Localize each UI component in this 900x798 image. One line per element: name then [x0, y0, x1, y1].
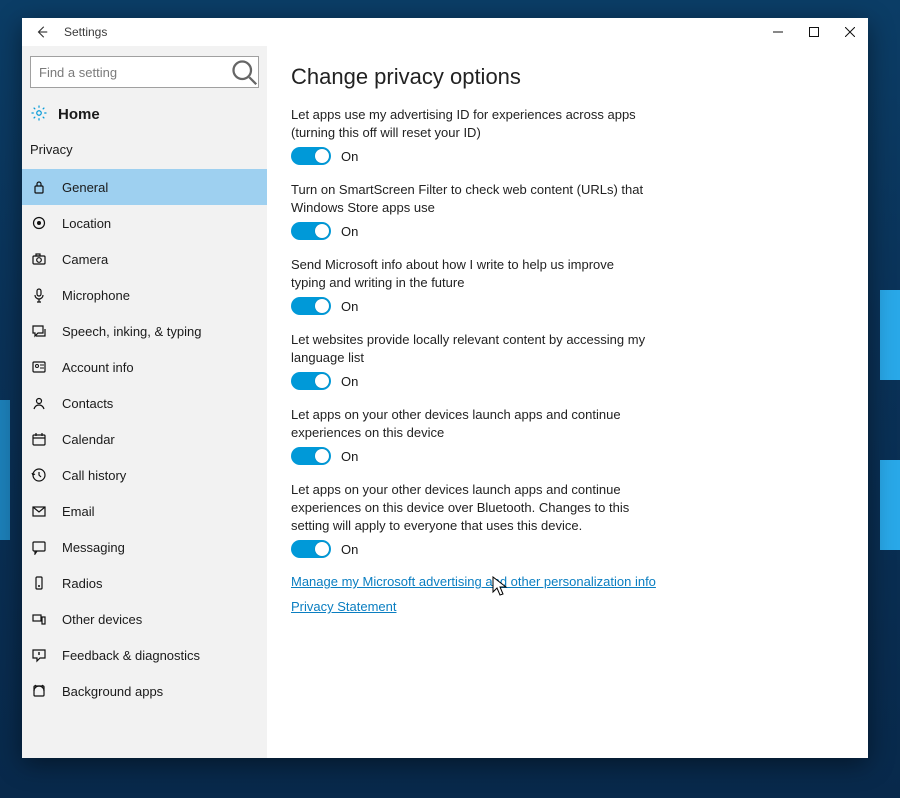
gear-icon	[30, 104, 48, 125]
category-label: Privacy	[22, 132, 267, 163]
toggle-state-label: On	[341, 224, 358, 239]
setting-desc: Turn on SmartScreen Filter to check web …	[291, 181, 651, 216]
setting-desc: Let websites provide locally relevant co…	[291, 331, 651, 366]
nav-list: General Location Camera Microphone Speech, i…	[22, 169, 267, 709]
back-button[interactable]	[22, 18, 62, 46]
window-title: Settings	[62, 25, 107, 39]
sidebar-item-label: Email	[62, 504, 95, 519]
sidebar-item-label: Contacts	[62, 396, 113, 411]
speech-icon	[30, 323, 48, 339]
privacy-statement-link[interactable]: Privacy Statement	[291, 599, 838, 614]
sidebar-item-label: Location	[62, 216, 111, 231]
sidebar-item-label: Background apps	[62, 684, 163, 699]
sidebar-item-microphone[interactable]: Microphone	[22, 277, 267, 313]
desktop-accent	[880, 290, 900, 380]
settings-window: Settings	[22, 18, 868, 758]
sidebar-item-other-devices[interactable]: Other devices	[22, 601, 267, 637]
search-icon	[230, 58, 258, 86]
titlebar: Settings	[22, 18, 868, 46]
sidebar-item-label: Call history	[62, 468, 126, 483]
setting-desc: Let apps use my advertising ID for exper…	[291, 106, 651, 141]
devices-icon	[30, 611, 48, 627]
sidebar-item-label: Radios	[62, 576, 102, 591]
manage-advertising-link[interactable]: Manage my Microsoft advertising and othe…	[291, 574, 838, 589]
toggle-switch[interactable]	[291, 540, 331, 558]
search-input[interactable]	[31, 65, 230, 80]
sidebar-item-feedback-diagnostics[interactable]: Feedback & diagnostics	[22, 637, 267, 673]
sidebar-item-contacts[interactable]: Contacts	[22, 385, 267, 421]
contacts-icon	[30, 395, 48, 411]
sidebar-item-calendar[interactable]: Calendar	[22, 421, 267, 457]
camera-icon	[30, 251, 48, 267]
sidebar-item-camera[interactable]: Camera	[22, 241, 267, 277]
sidebar: Home Privacy General Location Camera Microp…	[22, 46, 267, 758]
sidebar-item-account-info[interactable]: Account info	[22, 349, 267, 385]
sidebar-item-label: Microphone	[62, 288, 130, 303]
toggle-switch[interactable]	[291, 222, 331, 240]
close-icon	[845, 27, 855, 37]
calendar-icon	[30, 431, 48, 447]
minimize-icon	[773, 27, 783, 37]
close-button[interactable]	[832, 18, 868, 46]
page-title: Change privacy options	[291, 64, 838, 90]
sidebar-item-label: Calendar	[62, 432, 115, 447]
sidebar-item-speech-inking-typing[interactable]: Speech, inking, & typing	[22, 313, 267, 349]
search-field[interactable]	[30, 56, 259, 88]
setting-desc: Send Microsoft info about how I write to…	[291, 256, 651, 291]
history-icon	[30, 467, 48, 483]
account-icon	[30, 359, 48, 375]
toggle-state-label: On	[341, 299, 358, 314]
target-icon	[30, 215, 48, 231]
sidebar-item-label: Messaging	[62, 540, 125, 555]
setting-item: Let apps on your other devices launch ap…	[291, 406, 651, 465]
toggle-switch[interactable]	[291, 297, 331, 315]
sidebar-item-radios[interactable]: Radios	[22, 565, 267, 601]
toggle-state-label: On	[341, 149, 358, 164]
back-arrow-icon	[35, 25, 49, 39]
desktop-accent	[880, 460, 900, 550]
bgapps-icon	[30, 683, 48, 699]
toggle-switch[interactable]	[291, 147, 331, 165]
sidebar-item-label: Feedback & diagnostics	[62, 648, 200, 663]
messaging-icon	[30, 539, 48, 555]
sidebar-item-label: General	[62, 180, 108, 195]
setting-desc: Let apps on your other devices launch ap…	[291, 406, 651, 441]
sidebar-item-location[interactable]: Location	[22, 205, 267, 241]
sidebar-item-messaging[interactable]: Messaging	[22, 529, 267, 565]
sidebar-item-label: Camera	[62, 252, 108, 267]
setting-item: Let websites provide locally relevant co…	[291, 331, 651, 390]
maximize-button[interactable]	[796, 18, 832, 46]
setting-desc: Let apps on your other devices launch ap…	[291, 481, 651, 534]
setting-item: Turn on SmartScreen Filter to check web …	[291, 181, 651, 240]
radios-icon	[30, 575, 48, 591]
sidebar-item-background-apps[interactable]: Background apps	[22, 673, 267, 709]
home-button[interactable]: Home	[22, 96, 267, 132]
mic-icon	[30, 287, 48, 303]
feedback-icon	[30, 647, 48, 663]
maximize-icon	[809, 27, 819, 37]
content-pane: Change privacy options Let apps use my a…	[267, 46, 868, 758]
sidebar-item-email[interactable]: Email	[22, 493, 267, 529]
toggle-switch[interactable]	[291, 447, 331, 465]
toggle-state-label: On	[341, 449, 358, 464]
desktop-accent	[0, 400, 10, 540]
sidebar-item-general[interactable]: General	[22, 169, 267, 205]
sidebar-item-label: Other devices	[62, 612, 142, 627]
toggle-switch[interactable]	[291, 372, 331, 390]
minimize-button[interactable]	[760, 18, 796, 46]
setting-item: Send Microsoft info about how I write to…	[291, 256, 651, 315]
setting-item: Let apps use my advertising ID for exper…	[291, 106, 651, 165]
setting-item: Let apps on your other devices launch ap…	[291, 481, 651, 558]
sidebar-item-call-history[interactable]: Call history	[22, 457, 267, 493]
email-icon	[30, 503, 48, 519]
lock-icon	[30, 179, 48, 195]
toggle-state-label: On	[341, 542, 358, 557]
home-label: Home	[58, 106, 100, 123]
toggle-state-label: On	[341, 374, 358, 389]
sidebar-item-label: Account info	[62, 360, 134, 375]
sidebar-item-label: Speech, inking, & typing	[62, 324, 201, 339]
